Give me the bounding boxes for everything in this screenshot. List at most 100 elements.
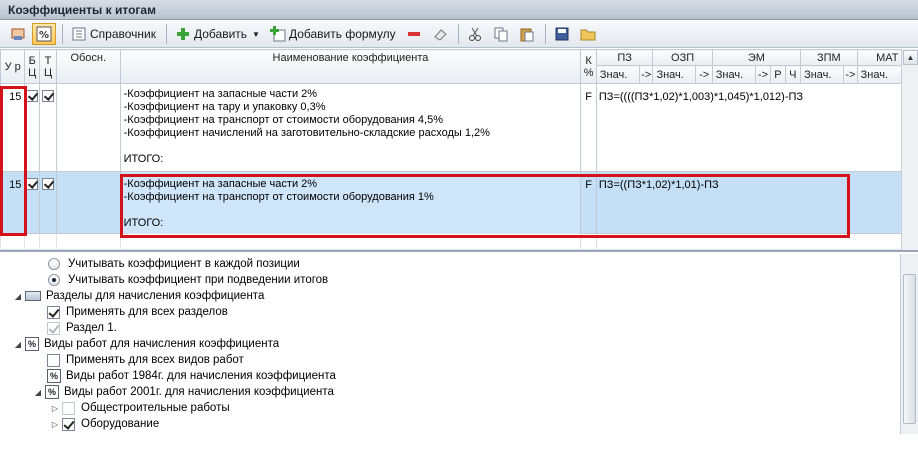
tree-node-wt2001[interactable]: ◢ % Виды работ 2001г. для начисления коэ…	[33, 384, 334, 400]
subheader-arrow[interactable]: ->	[754, 65, 772, 84]
cell-formula[interactable]: ПЗ=((ПЗ*1,02)*1,01)-ПЗ	[595, 171, 918, 234]
svg-text:%: %	[39, 30, 49, 41]
subheader-r[interactable]: Р	[770, 65, 786, 84]
panel-title: Коэффициенты к итогам	[0, 0, 918, 20]
cell-b[interactable]	[24, 83, 41, 172]
apply-all-work-checkbox[interactable]	[47, 353, 60, 367]
col-header-level[interactable]: У р	[0, 49, 26, 84]
col-header-em[interactable]: ЭМ	[711, 49, 802, 66]
cell-k[interactable]: F	[580, 171, 597, 234]
cell-t[interactable]	[39, 83, 57, 172]
delete-button[interactable]	[402, 23, 426, 45]
grid-vertical-scrollbar[interactable]: ▲	[901, 49, 918, 250]
table-row-selected[interactable]: 15 -Коэффициент на запасные части 2% -Ко…	[0, 171, 918, 234]
open-button[interactable]	[576, 23, 600, 45]
paste-button[interactable]	[515, 23, 539, 45]
sections-label: Разделы для начисления коэффициента	[46, 290, 265, 302]
tree-node-apply-all-work[interactable]: Применять для всех видов работ	[47, 352, 244, 368]
radio-each-position[interactable]	[48, 258, 60, 270]
tree-node-wt1984[interactable]: % Виды работ 1984г. для начисления коэфф…	[47, 368, 336, 384]
t-checkbox[interactable]	[42, 178, 55, 190]
subheader-znach[interactable]: Знач.	[856, 65, 903, 84]
coefficient-name-text: -Коэффициент на запасные части 2% -Коэфф…	[123, 178, 434, 229]
toolbar-separator	[544, 24, 546, 44]
tree-option-totals[interactable]: Учитывать коэффициент при подведении ито…	[48, 272, 328, 288]
general-construction-checkbox[interactable]	[62, 401, 75, 415]
cut-button[interactable]	[463, 23, 487, 45]
eraser-icon	[432, 26, 448, 42]
subheader-znach[interactable]: Знач.	[595, 65, 640, 84]
tree-node-general-construction[interactable]: ▷ Общестроительные работы	[50, 400, 230, 416]
col-header-zpm[interactable]: ЗПМ	[800, 49, 858, 66]
coefficient-toggle-button[interactable]: %	[32, 23, 56, 45]
apply-all-sections-label: Применять для всех разделов	[66, 306, 228, 318]
add-formula-label: Добавить формулу	[288, 27, 396, 41]
col-header-ozp[interactable]: ОЗП	[652, 49, 713, 66]
tree-node-equipment[interactable]: ▷ Оборудование	[50, 416, 159, 432]
cell-basis[interactable]	[55, 83, 121, 172]
scroll-up-icon[interactable]: ▲	[903, 50, 918, 65]
save-button[interactable]	[550, 23, 574, 45]
radio-totals[interactable]	[48, 274, 60, 286]
col-header-name[interactable]: Наименование коэффициента	[119, 49, 582, 84]
formula-plus-icon	[269, 26, 286, 42]
apply-all-sections-checkbox[interactable]	[47, 305, 60, 319]
eraser-button[interactable]	[428, 23, 452, 45]
edit-icon	[10, 26, 26, 42]
scroll-thumb[interactable]	[903, 274, 916, 424]
coefficients-grid: У р Б Ц Т Ц Обосн. Наименование коэффици…	[0, 49, 918, 252]
tree-node-section1[interactable]: Раздел 1.	[47, 320, 117, 336]
col-header-basis[interactable]: Обосн.	[55, 49, 121, 84]
tree-option-each-position[interactable]: Учитывать коэффициент в каждой позиции	[48, 256, 300, 272]
col-header-t[interactable]: Т Ц	[39, 49, 57, 84]
col-header-b[interactable]: Б Ц	[24, 49, 41, 84]
cell-name[interactable]: -Коэффициент на запасные части 2% -Коэфф…	[119, 83, 582, 172]
tree-vertical-scrollbar[interactable]	[900, 254, 918, 434]
equipment-label: Оборудование	[81, 418, 160, 430]
settings-tree: Учитывать коэффициент в каждой позиции У…	[0, 254, 918, 450]
reference-button[interactable]: Справочник	[67, 23, 160, 45]
col-header-pz[interactable]: ПЗ	[595, 49, 654, 66]
collapse-arrow-icon[interactable]: ◢	[13, 292, 23, 301]
cell-t[interactable]	[39, 171, 57, 234]
equipment-checkbox[interactable]	[62, 417, 75, 431]
col-header-k[interactable]: К %	[580, 49, 597, 84]
percent-icon: %	[45, 385, 59, 399]
copy-button[interactable]	[489, 23, 513, 45]
tree-node-work-types[interactable]: ◢ % Виды работ для начисления коэффициен…	[13, 336, 279, 352]
cell-level[interactable]: 15	[0, 171, 26, 234]
sections-icon	[25, 291, 41, 301]
expand-arrow-icon[interactable]: ▷	[50, 420, 60, 429]
wt2001-label: Виды работ 2001г. для начисления коэффиц…	[64, 386, 334, 398]
section1-checkbox[interactable]	[47, 321, 60, 335]
tree-node-apply-all-sections[interactable]: Применять для всех разделов	[47, 304, 228, 320]
cell-level[interactable]: 15	[0, 83, 26, 172]
apply-all-work-label: Применять для всех видов работ	[66, 354, 244, 366]
b-checkbox[interactable]	[26, 90, 39, 102]
subheader-arrow[interactable]: ->	[843, 65, 858, 84]
subheader-znach[interactable]: Знач.	[711, 65, 756, 84]
toolbar: % Справочник Добавить ▼ Добавить формулу	[0, 21, 918, 48]
cell-name[interactable]: -Коэффициент на запасные части 2% -Коэфф…	[119, 171, 582, 234]
subheader-arrow[interactable]: ->	[695, 65, 713, 84]
subheader-ch[interactable]: Ч	[784, 65, 802, 84]
expand-arrow-icon[interactable]: ▷	[50, 404, 60, 413]
cell-k[interactable]: F	[580, 83, 597, 172]
cell-b[interactable]	[24, 171, 41, 234]
add-formula-button[interactable]: Добавить формулу	[266, 23, 400, 45]
cell-basis[interactable]	[55, 171, 121, 234]
subheader-znach[interactable]: Знач.	[652, 65, 697, 84]
b-checkbox[interactable]	[26, 178, 39, 190]
tree-node-sections[interactable]: ◢ Разделы для начисления коэффициента	[13, 288, 264, 304]
cell-formula[interactable]: ПЗ=((((ПЗ*1,02)*1,003)*1,045)*1,012)-ПЗ	[595, 83, 918, 172]
collapse-arrow-icon[interactable]: ◢	[13, 340, 23, 349]
subheader-znach[interactable]: Знач.	[800, 65, 845, 84]
table-row[interactable]: 15 -Коэффициент на запасные части 2% -Ко…	[0, 83, 918, 172]
t-checkbox[interactable]	[42, 90, 55, 102]
coefficient-name-text: -Коэффициент на запасные части 2% -Коэфф…	[123, 88, 490, 165]
wt1984-label: Виды работ 1984г. для начисления коэффиц…	[66, 370, 336, 382]
collapse-arrow-icon[interactable]: ◢	[33, 388, 43, 397]
subheader-arrow[interactable]: ->	[638, 65, 654, 84]
add-button[interactable]: Добавить ▼	[171, 23, 264, 45]
edit-button[interactable]	[6, 23, 30, 45]
